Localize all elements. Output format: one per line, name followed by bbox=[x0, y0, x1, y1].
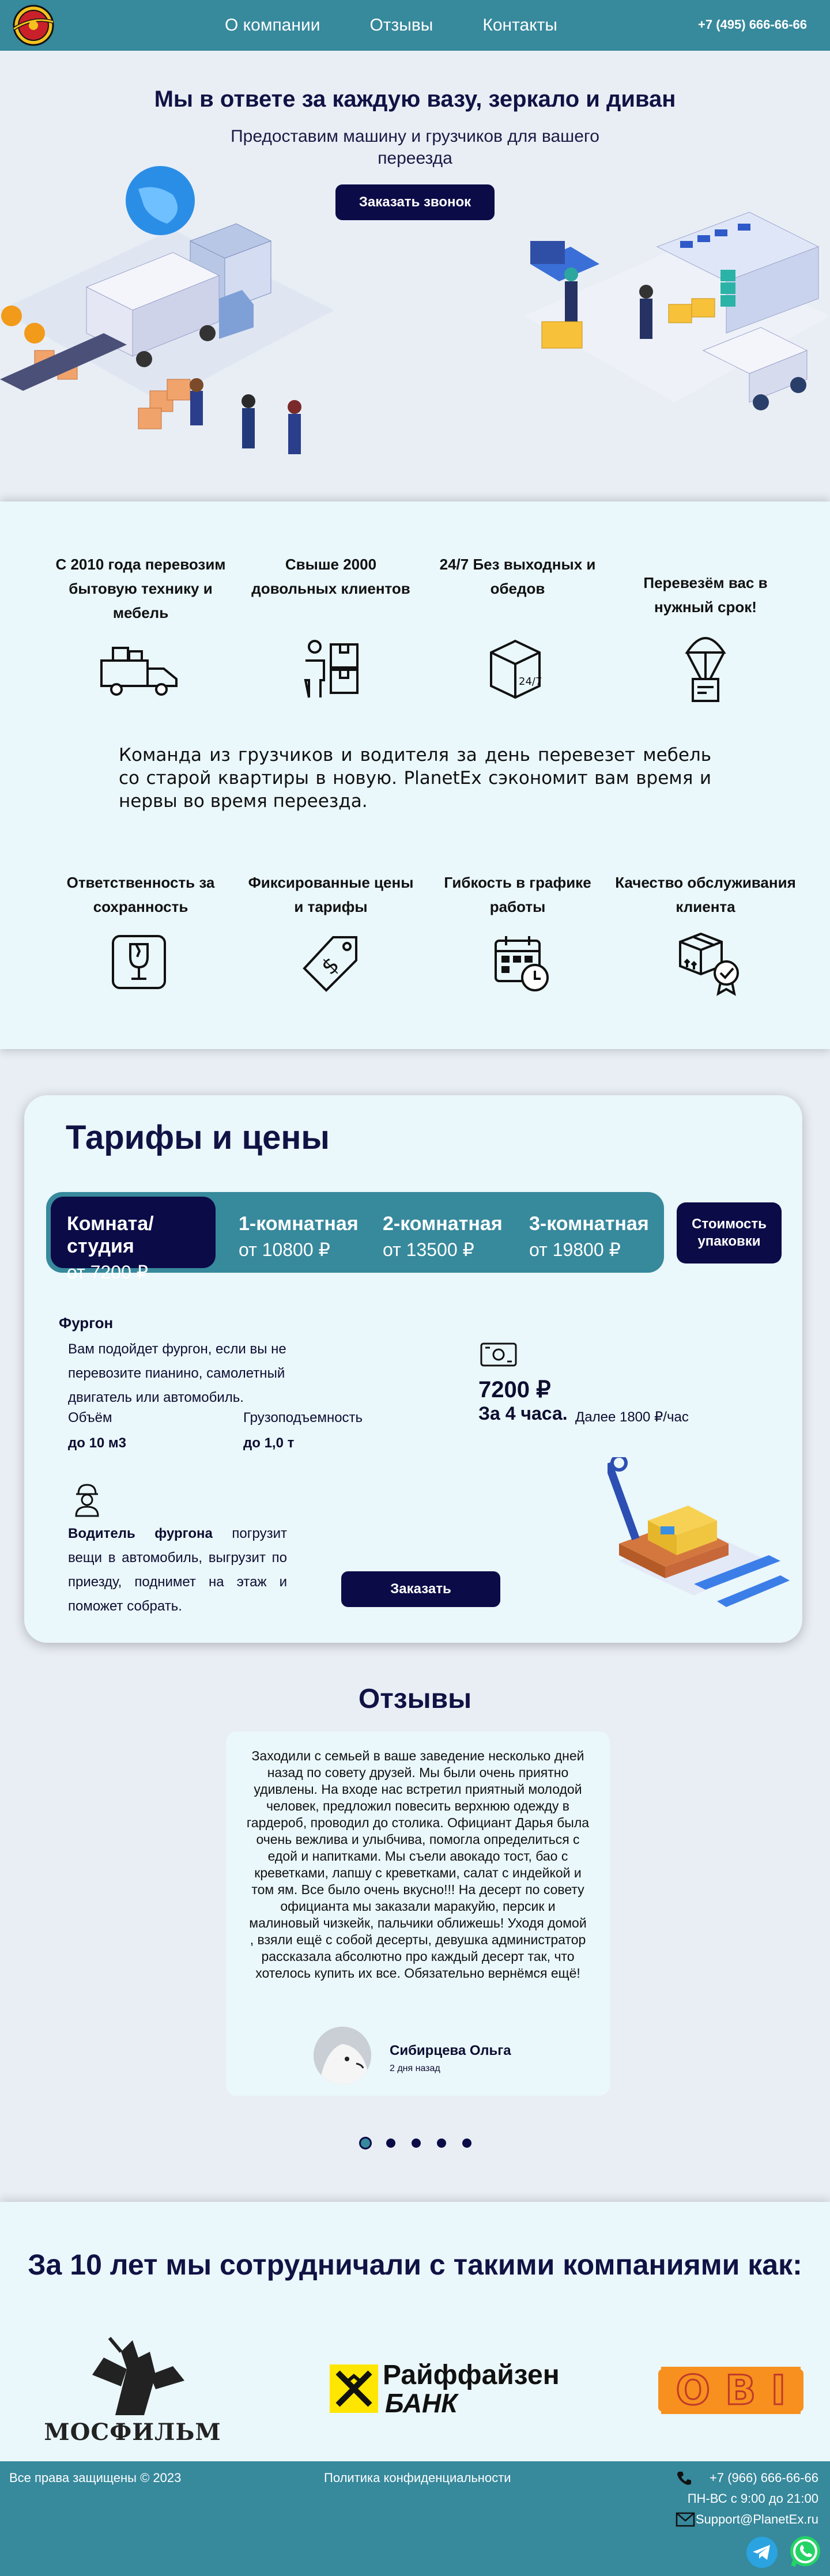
footer-hours: ПН-ВС с 9:00 до 21:00 bbox=[687, 2491, 818, 2506]
reviewer-name: Сибирцева Ольга bbox=[390, 2043, 511, 2058]
driver-description: Водитель фургона погрузит вещи в автомоб… bbox=[68, 1522, 287, 1619]
partners-section: За 10 лет мы сотрудничали с такими компа… bbox=[0, 2202, 830, 2461]
truck-icon bbox=[100, 647, 178, 696]
tab-2-room-price: от 13500 ₽ bbox=[383, 1239, 474, 1260]
whatsapp-icon[interactable] bbox=[787, 2534, 823, 2570]
svg-text:24/7: 24/7 bbox=[519, 676, 542, 688]
about-text: Команда из грузчиков и водителя за день … bbox=[119, 745, 711, 812]
nav-about[interactable]: О компании bbox=[225, 16, 320, 35]
features-section: С 2010 года перевозим бытовую технику и … bbox=[0, 501, 830, 1049]
planet-express-logo[interactable] bbox=[6, 3, 61, 47]
review-date: 2 дня назад bbox=[390, 2064, 440, 2073]
capacity-value: до 1,0 т bbox=[243, 1435, 295, 1451]
mover-icon bbox=[304, 640, 359, 698]
tariff-time: За 4 часа. bbox=[478, 1403, 568, 1424]
footer-rights: Все права защищены © 2023 bbox=[9, 2471, 182, 2485]
van-description: Вам подойдет фургон, если вы не перевози… bbox=[68, 1341, 286, 1405]
phone-icon bbox=[677, 2472, 691, 2485]
tab-1-room-name: 1-комнатная bbox=[239, 1213, 359, 1235]
tariffs-section: Тарифы и цены Комната/студия от 7200 ₽ 1… bbox=[24, 1095, 802, 1643]
money-icon bbox=[480, 1342, 517, 1367]
tariff-price: 7200 ₽ bbox=[478, 1377, 551, 1402]
hero-section: Мы в ответе за каждую вазу, зеркало и ди… bbox=[0, 51, 830, 495]
volume-label: Объём bbox=[68, 1410, 112, 1425]
footer-email[interactable]: Support@PlanetEx.ru bbox=[696, 2512, 818, 2527]
mosfilm-statue-icon bbox=[92, 2337, 184, 2415]
driver-label: Водитель фургона bbox=[68, 1526, 213, 1541]
email-icon bbox=[676, 2512, 695, 2527]
tab-3-room-name: 3-комнатная bbox=[529, 1213, 649, 1235]
tab-studio-name: Комната/студия bbox=[67, 1213, 154, 1257]
feature-on-time: Перевезём вас в нужный срок! bbox=[643, 574, 768, 616]
tab-2-room[interactable]: 2-комнатная от 13500 ₽ bbox=[367, 1197, 513, 1268]
review-dot-4[interactable] bbox=[437, 2139, 446, 2148]
site-footer: Все права защищены © 2023 Политика конфи… bbox=[0, 2461, 830, 2576]
request-call-button[interactable]: Заказать звонок bbox=[335, 184, 495, 220]
tab-1-room-price: от 10800 ₽ bbox=[239, 1239, 330, 1260]
telegram-icon[interactable] bbox=[746, 2536, 778, 2569]
review-pagination bbox=[361, 2139, 488, 2148]
feature-flexibility: Гибкость в графике работы bbox=[444, 874, 591, 915]
pallet-jack-illustration bbox=[608, 1457, 790, 1607]
tariff-tabs: Комната/студия от 7200 ₽ 1-комнатная от … bbox=[46, 1192, 664, 1283]
partners-title: За 10 лет мы сотрудничали с такими компа… bbox=[28, 2249, 802, 2281]
review-dot-3[interactable] bbox=[412, 2139, 421, 2148]
review-dot-1[interactable] bbox=[361, 2139, 370, 2148]
raiffeisen-logo: Райффайзен БАНК bbox=[330, 2361, 560, 2419]
logistics-illustration bbox=[525, 212, 830, 410]
feature-responsibility: Ответственность за сохранность bbox=[66, 874, 215, 915]
driver-icon bbox=[75, 1484, 99, 1517]
calendar-clock-icon bbox=[495, 936, 549, 991]
site-header: О компании Отзывы Контакты +7 (495) 666-… bbox=[0, 0, 830, 51]
reviewer-avatar bbox=[314, 2027, 371, 2084]
main-nav: О компании Отзывы Контакты bbox=[225, 0, 607, 51]
quality-badge-icon bbox=[679, 932, 739, 996]
parachute-box-icon bbox=[685, 637, 726, 702]
box-24-icon: 24/7 bbox=[490, 639, 542, 699]
tab-1-room[interactable]: 1-комнатная от 10800 ₽ bbox=[222, 1197, 367, 1268]
tab-2-room-name: 2-комнатная bbox=[383, 1213, 503, 1235]
tab-3-room[interactable]: 3-комнатная от 19800 ₽ bbox=[513, 1197, 659, 1268]
feature-quality: Качество обслуживания клиента bbox=[615, 874, 796, 915]
obi-logo: OBI bbox=[658, 2366, 803, 2415]
feature-clients: Свыше 2000 довольных клиентов bbox=[251, 556, 410, 597]
mosfilm-text: МОСФИЛЬМ bbox=[44, 2419, 221, 2446]
review-dot-2[interactable] bbox=[386, 2139, 395, 2148]
warehouse-illustration bbox=[0, 166, 334, 454]
capacity-label: Грузоподъемность bbox=[243, 1410, 363, 1425]
review-text: Заходили с семьей в ваше заведение неско… bbox=[246, 1748, 590, 1981]
tab-3-room-price: от 19800 ₽ bbox=[529, 1239, 621, 1260]
raiffeisen-text-1: Райффайзен bbox=[383, 2360, 560, 2390]
reviews-title: Отзывы bbox=[358, 1684, 472, 1714]
tariff-extra-rate: Далее 1800 ₽/час bbox=[575, 1409, 689, 1425]
tab-studio[interactable]: Комната/студия от 7200 ₽ bbox=[51, 1197, 216, 1283]
tab-studio-price: от 7200 ₽ bbox=[67, 1262, 149, 1283]
feature-since-2010: С 2010 года перевозим бытовую технику и … bbox=[55, 556, 226, 621]
van-title: Фургон bbox=[59, 1314, 114, 1332]
nav-contacts[interactable]: Контакты bbox=[482, 16, 557, 35]
hero-title: Мы в ответе за каждую вазу, зеркало и ди… bbox=[154, 86, 676, 112]
raiffeisen-emblem-icon bbox=[330, 2364, 378, 2413]
header-phone[interactable]: +7 (495) 666-66-66 bbox=[698, 17, 807, 32]
review-dot-5[interactable] bbox=[462, 2139, 471, 2148]
mosfilm-logo: МОСФИЛЬМ bbox=[40, 2334, 225, 2450]
packaging-cost-button[interactable]: Стоимость упаковки bbox=[677, 1202, 782, 1264]
price-tag-icon: $ bbox=[303, 936, 357, 992]
privacy-policy-link[interactable]: Политика конфиденциальности bbox=[324, 2471, 511, 2486]
footer-phone[interactable]: +7 (966) 666-66-66 bbox=[710, 2471, 818, 2486]
obi-text: OBI bbox=[661, 2366, 801, 2415]
feature-24-7: 24/7 Без выходных и обедов bbox=[439, 556, 596, 597]
fragile-icon bbox=[112, 935, 166, 989]
volume-value: до 10 м3 bbox=[68, 1435, 127, 1451]
feature-fixed-prices: Фиксированные цены и тарифы bbox=[248, 874, 414, 915]
nav-reviews[interactable]: Отзывы bbox=[369, 16, 433, 35]
tariffs-title: Тарифы и цены bbox=[66, 1119, 330, 1156]
order-button[interactable]: Заказать bbox=[341, 1571, 500, 1607]
raiffeisen-text-2: БАНК bbox=[385, 2388, 458, 2418]
review-card: Заходили с семьей в ваше заведение неско… bbox=[226, 1732, 610, 2096]
